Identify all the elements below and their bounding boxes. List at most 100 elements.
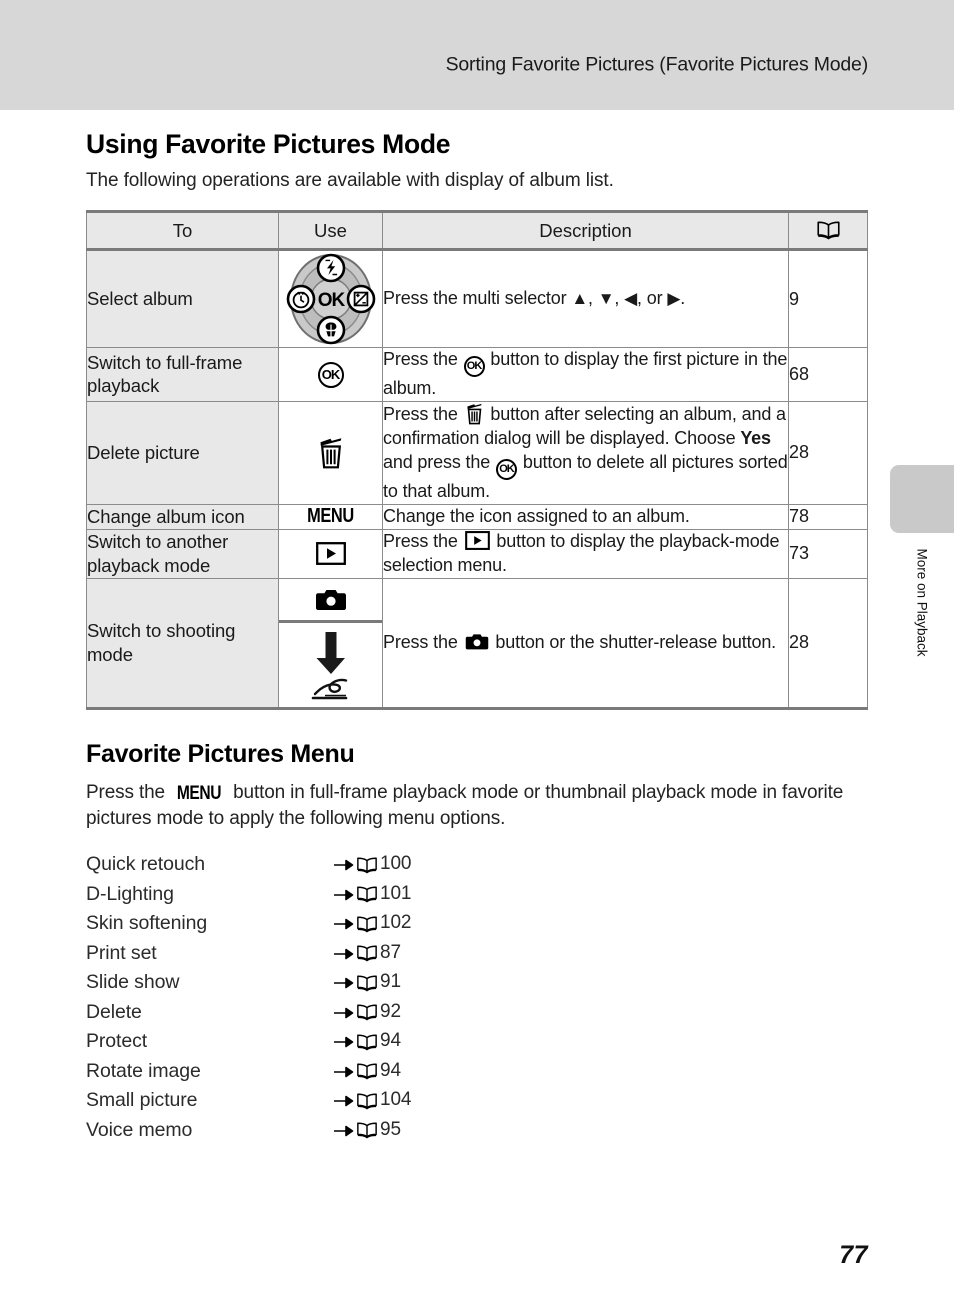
- arrow-right-icon: [334, 977, 354, 989]
- menu-option-reference: 104: [334, 1089, 412, 1111]
- row-icon-shooting-stack: [278, 577, 383, 710]
- row-description-change-album-icon: Change the icon assigned to an album.: [382, 503, 789, 530]
- arrow-right-icon: [334, 889, 354, 900]
- book-icon: [816, 221, 840, 240]
- arrow-right-icon: [334, 1066, 354, 1077]
- menu-option-label: Slide show: [86, 971, 180, 994]
- menu-options-list: Quick retouch 100 D-Lighting 101 Skin so…: [86, 853, 868, 1148]
- book-icon: [357, 975, 377, 992]
- list-item[interactable]: Delete 92: [86, 1001, 868, 1031]
- trash-button-icon: [466, 403, 482, 425]
- menu-option-reference: 100: [334, 853, 412, 875]
- row-icon-camera-button: [279, 578, 382, 624]
- row-reference-change-album-icon: 78: [788, 503, 868, 530]
- operations-table: To Use Description Select album OK Press…: [86, 210, 868, 710]
- row-description-delete-picture: Press the button after selecting an albu…: [382, 400, 789, 505]
- row-reference-another-playback-mode: 73: [788, 528, 868, 579]
- column-header-use: Use: [278, 210, 383, 251]
- list-item[interactable]: Print set 87: [86, 942, 868, 972]
- menu-button-icon: MENU: [307, 505, 354, 528]
- row-description-select-album: Press the multi selector ▲, ▼, ◀, or ▶.: [382, 249, 789, 348]
- menu-option-page: 91: [380, 971, 401, 993]
- chapter-thumb-tab-label: More on Playback: [890, 533, 954, 723]
- book-icon: [357, 1004, 377, 1021]
- table-row-shooting-mode: Switch to shooting mode Press the button…: [86, 577, 868, 710]
- list-item[interactable]: Small picture 104: [86, 1089, 868, 1119]
- arrow-right-icon: [334, 859, 354, 871]
- row-label-another-playback-mode: Switch to another playback mode: [86, 528, 279, 579]
- desc-text-suffix: .: [680, 288, 686, 309]
- arrow-right-icon: [334, 1095, 354, 1107]
- list-item[interactable]: Protect 94: [86, 1030, 868, 1060]
- list-item[interactable]: Slide show 91: [86, 971, 868, 1001]
- arrow-right-icon: [334, 1007, 354, 1018]
- book-icon: [357, 857, 377, 874]
- row-icon-menu-button: MENU: [278, 503, 383, 530]
- table-header-row: To Use Description: [86, 210, 868, 251]
- camera-button-icon: [465, 633, 488, 649]
- menu-option-reference: 94: [334, 1060, 401, 1082]
- desc-text-part1: Press the: [383, 631, 463, 652]
- list-item[interactable]: Voice memo 95: [86, 1119, 868, 1149]
- menu-option-reference: 94: [334, 1030, 401, 1052]
- chapter-thumb-tab: [890, 465, 954, 533]
- column-header-reference: [788, 210, 868, 251]
- book-icon: [357, 1093, 377, 1110]
- menu-option-label: Print set: [86, 941, 157, 964]
- menu-option-page: 100: [380, 853, 412, 875]
- menu-option-reference: 92: [334, 1001, 401, 1023]
- menu-option-reference: 102: [334, 912, 412, 934]
- column-header-to: To: [86, 210, 279, 251]
- arrow-left-glyph: ◀: [624, 289, 638, 309]
- list-item[interactable]: Quick retouch 100: [86, 853, 868, 883]
- desc-text-bold-yes: Yes: [740, 427, 771, 448]
- row-icon-shutter-release-button: [279, 621, 382, 707]
- row-reference-delete-picture: 28: [788, 400, 868, 505]
- menu-option-reference: 95: [334, 1119, 401, 1141]
- list-item[interactable]: D-Lighting 101: [86, 883, 868, 913]
- arrow-right-icon: [334, 918, 354, 930]
- row-label-full-frame-playback: Switch to full-frame playback: [86, 347, 279, 402]
- section-intro-text: The following operations are available w…: [86, 170, 614, 191]
- desc-text-part1: Press the: [383, 403, 463, 424]
- desc-text-part3: and press the: [383, 451, 495, 472]
- table-row-another-playback-mode: Switch to another playback mode Press th…: [86, 528, 868, 579]
- row-reference-select-album: 9: [788, 249, 868, 348]
- list-item[interactable]: Rotate image 94: [86, 1060, 868, 1090]
- svg-text:OK: OK: [317, 290, 345, 311]
- playback-button-icon: [315, 542, 346, 566]
- column-header-description: Description: [382, 210, 789, 251]
- menu-option-page: 94: [380, 1030, 401, 1052]
- trash-button-icon: [320, 438, 341, 469]
- book-icon: [357, 886, 377, 903]
- list-item[interactable]: Skin softening 102: [86, 912, 868, 942]
- menu-option-label: Quick retouch: [86, 853, 206, 876]
- table-row-select-album: Select album OK Press the multi selector…: [86, 249, 868, 348]
- desc-text-part1: Press the: [383, 349, 463, 369]
- row-icon-ok-button: OK: [278, 347, 383, 402]
- row-icon-playback-button: [278, 528, 383, 579]
- book-icon: [357, 1063, 377, 1080]
- page-number: 77: [839, 1241, 868, 1269]
- table-row-change-album-icon: Change album icon MENU Change the icon a…: [86, 503, 868, 530]
- menu-option-page: 94: [380, 1059, 401, 1081]
- multi-selector-dial-icon: OK: [286, 253, 375, 345]
- menu-option-page: 87: [380, 941, 401, 963]
- book-icon: [357, 1034, 377, 1051]
- row-reference-shooting-mode: 28: [788, 577, 868, 710]
- arrow-right-icon: [334, 1125, 354, 1136]
- section-heading: Using Favorite Pictures Mode: [86, 129, 451, 159]
- row-description-shooting-mode: Press the button or the shutter-release …: [382, 577, 789, 710]
- row-icon-trash-button: [278, 400, 383, 505]
- book-icon: [357, 1122, 377, 1139]
- menu-intro-part1: Press the: [86, 781, 171, 803]
- menu-option-page: 102: [380, 912, 412, 934]
- row-description-full-frame-playback: Press the OK button to display the first…: [382, 347, 789, 402]
- menu-option-label: Skin softening: [86, 912, 208, 935]
- ok-button-icon: OK: [317, 362, 344, 389]
- row-icon-multi-selector: OK: [278, 249, 383, 348]
- menu-option-label: Protect: [86, 1030, 148, 1053]
- arrow-up-glyph: ▲: [571, 289, 589, 309]
- desc-text-part1: Press the: [383, 530, 463, 551]
- desc-text-prefix: Press the multi selector: [383, 288, 572, 309]
